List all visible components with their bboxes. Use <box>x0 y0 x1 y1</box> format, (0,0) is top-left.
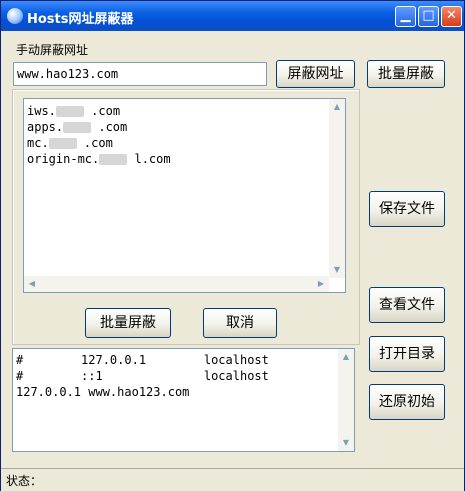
redacted-block <box>48 138 77 149</box>
hosts-lines: # 127.0.0.1 localhost# ::1 localhost127.… <box>16 352 269 400</box>
close-button[interactable]: ✕ <box>441 6 462 27</box>
scroll-up-icon[interactable]: ▲ <box>329 99 345 115</box>
batch-url-line: apps. .com <box>27 120 128 134</box>
maximize-button[interactable]: □ <box>418 6 439 27</box>
view-file-button[interactable]: 查看文件 <box>369 287 445 323</box>
hosts-line: # 127.0.0.1 localhost <box>16 353 269 367</box>
minimize-icon: ▁ <box>400 8 411 23</box>
hosts-line: 127.0.0.1 www.hao123.com <box>16 385 190 399</box>
save-file-button[interactable]: 保存文件 <box>369 191 445 227</box>
redacted-block <box>63 122 92 133</box>
scroll-right-icon[interactable]: ▶ <box>313 276 329 292</box>
batch-block-button[interactable]: 批量屏蔽 <box>367 60 445 88</box>
scroll-up-icon[interactable]: ▲ <box>338 349 354 365</box>
app-icon <box>7 8 23 24</box>
scroll-down-icon[interactable]: ▼ <box>329 262 345 278</box>
batch-confirm-button[interactable]: 批量屏蔽 <box>85 308 171 338</box>
block-url-button[interactable]: 屏蔽网址 <box>276 60 355 88</box>
hosts-vertical-scrollbar[interactable]: ▲ ▼ <box>338 349 354 451</box>
hosts-content-box[interactable]: # 127.0.0.1 localhost# ::1 localhost127.… <box>12 348 355 452</box>
open-directory-button[interactable]: 打开目录 <box>369 336 445 372</box>
close-icon: ✕ <box>446 8 457 23</box>
redacted-block <box>99 154 128 165</box>
status-bar: 状态： <box>1 468 464 491</box>
block-url-label: 手动屏蔽网址 <box>16 43 89 57</box>
batch-url-list[interactable]: iws. .com apps. .com mc. .com origin-mc.… <box>23 98 346 293</box>
url-input[interactable]: www.hao123.com <box>13 62 267 86</box>
redacted-block <box>55 106 84 117</box>
list-vertical-scrollbar[interactable]: ▲ ▼ <box>329 99 345 278</box>
batch-url-line: mc. .com <box>27 136 113 150</box>
batch-url-line: iws. .com <box>27 104 121 118</box>
restore-default-button[interactable]: 还原初始 <box>369 384 445 420</box>
list-horizontal-scrollbar[interactable]: ◀ ▶ <box>24 276 329 292</box>
scroll-left-icon[interactable]: ◀ <box>24 276 40 292</box>
status-label: 状态： <box>6 474 43 488</box>
title-bar[interactable]: Hosts网址屏蔽器 ▁ □ ✕ <box>1 1 464 31</box>
maximize-icon: □ <box>422 8 435 23</box>
hosts-line: # ::1 localhost <box>16 369 269 383</box>
batch-cancel-button[interactable]: 取消 <box>203 308 277 338</box>
batch-url-line: origin-mc. l.com <box>27 152 171 166</box>
window-title: Hosts网址屏蔽器 <box>27 12 134 27</box>
main-window: Hosts网址屏蔽器 ▁ □ ✕ 手动屏蔽网址 www.hao123.com 屏… <box>0 0 465 491</box>
scroll-down-icon[interactable]: ▼ <box>338 435 354 451</box>
minimize-button[interactable]: ▁ <box>395 6 416 27</box>
batch-url-lines: iws. .com apps. .com mc. .com origin-mc.… <box>27 103 171 167</box>
